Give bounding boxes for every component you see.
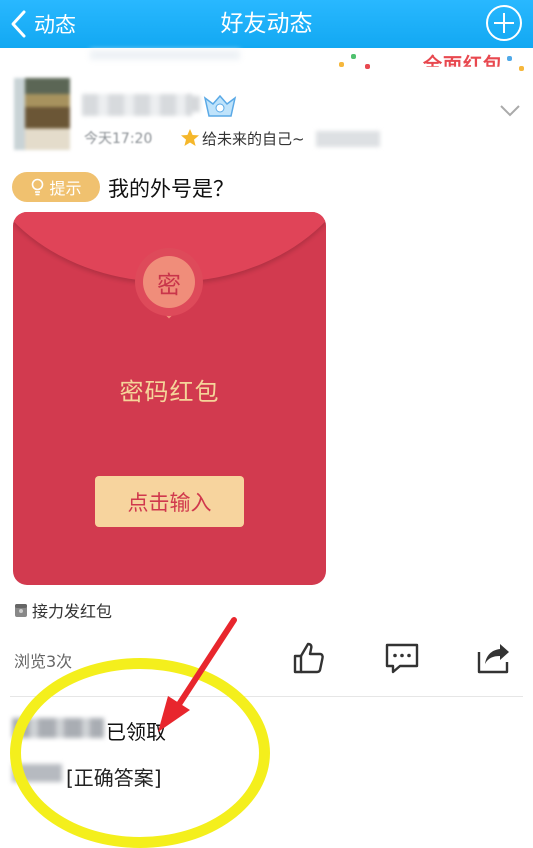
confetti (339, 62, 344, 67)
avatar[interactable] (14, 78, 70, 150)
relay-label: 接力发红包 (32, 602, 113, 621)
blurred-strip (90, 50, 240, 60)
answerer-name-blurred (12, 764, 62, 782)
hint-label: 提示 (49, 179, 82, 198)
comment-icon[interactable] (384, 640, 420, 676)
post-time: 今天17:20 (84, 131, 153, 147)
festive-banner: 全面红包 (329, 48, 529, 78)
post-source[interactable]: 给未来的自己~ (202, 128, 305, 149)
confetti (365, 64, 370, 69)
claimer-name-blurred (12, 718, 104, 738)
share-icon[interactable] (476, 640, 512, 676)
star-icon (181, 129, 199, 146)
confetti (507, 56, 512, 61)
lightbulb-icon (32, 178, 44, 196)
confetti (519, 66, 524, 71)
red-packet-card[interactable]: 密 密码红包 点击输入 (13, 212, 326, 585)
nav-bar: 动态 好友动态 (0, 0, 533, 48)
chevron-down-icon[interactable] (499, 104, 521, 118)
correct-answer-text: [正确答案] (66, 766, 162, 790)
enter-password-button[interactable]: 点击输入 (95, 476, 244, 527)
hint-badge: 提示 (12, 172, 100, 202)
view-count: 浏览3次 (14, 652, 73, 671)
divider (10, 696, 523, 697)
vip-badge-icon (203, 94, 237, 117)
packet-title: 密码红包 (119, 378, 220, 406)
source-blurred (316, 131, 380, 147)
packet-small-icon (15, 604, 27, 617)
banner-text: 全面红包 (422, 54, 503, 76)
yellow-highlight-circle (10, 658, 270, 848)
like-icon[interactable] (290, 640, 326, 676)
claimed-text: 已领取 (106, 720, 166, 744)
page-title: 好友动态 (220, 11, 313, 37)
packet-seal: 密 (143, 256, 195, 308)
add-icon[interactable] (485, 4, 523, 42)
confetti (351, 54, 356, 59)
question-text: 我的外号是？ (108, 177, 234, 201)
relay-red-packet-link[interactable]: 接力发红包 (14, 598, 112, 622)
username-blurred-tail (188, 96, 200, 112)
username-blurred[interactable] (82, 94, 192, 116)
